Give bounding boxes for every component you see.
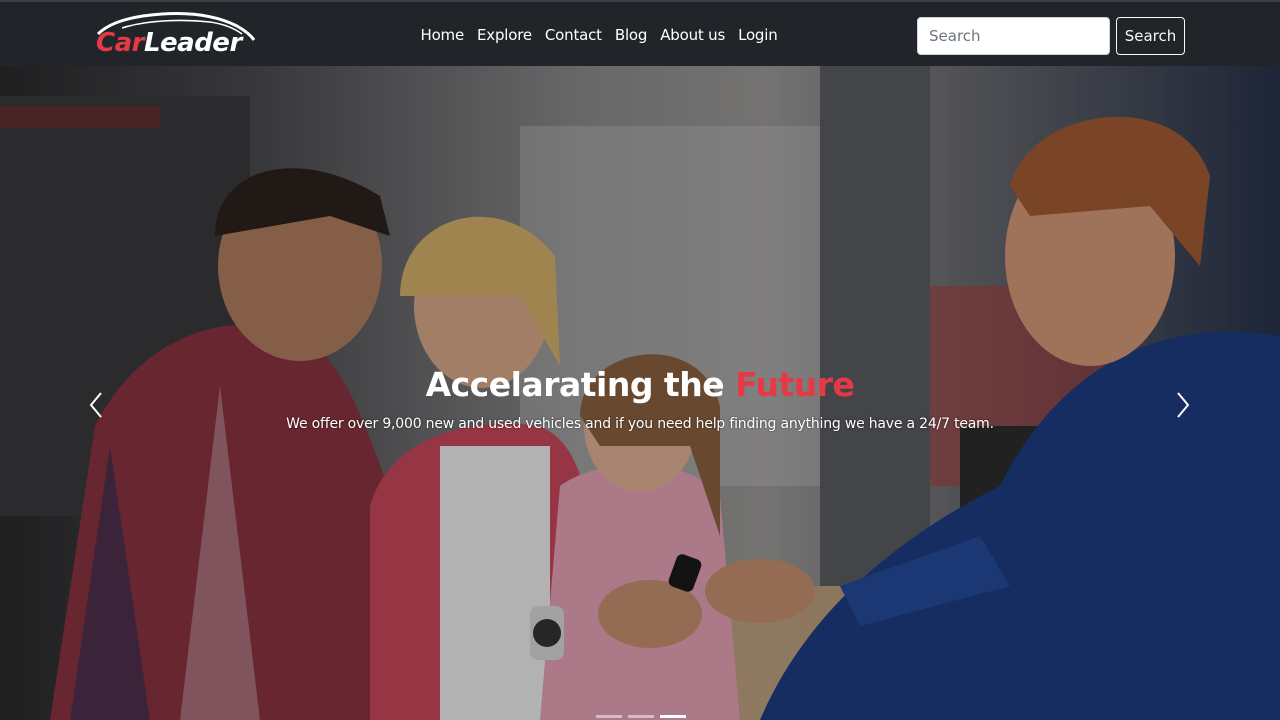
hero-title: Accelarating the Future — [0, 362, 1280, 408]
brand-name: CarLeader — [96, 28, 242, 58]
chevron-right-icon — [1177, 392, 1190, 418]
nav-login-link[interactable]: Login — [732, 22, 784, 48]
hero-caption: Accelarating the Future We offer over 9,… — [0, 362, 1280, 432]
nav-home-link[interactable]: Home — [414, 22, 471, 48]
chevron-left-icon — [89, 392, 102, 418]
navbar: CarLeader Home Explore Contact Blog Abou… — [0, 0, 1280, 66]
brand-name-leader: Leader — [143, 28, 242, 58]
search-input[interactable] — [917, 17, 1110, 55]
nav-about-link[interactable]: About us — [654, 22, 732, 48]
nav-links: Home Explore Contact Blog About us Login — [414, 22, 784, 48]
search-button[interactable]: Search — [1116, 17, 1185, 55]
nav-explore-link[interactable]: Explore — [471, 22, 539, 48]
hero-carousel: Accelarating the Future We offer over 9,… — [0, 66, 1280, 720]
brand-name-car: Car — [96, 28, 144, 58]
hero-subtitle: We offer over 9,000 new and used vehicle… — [286, 416, 994, 432]
carousel-indicator-active[interactable] — [660, 715, 686, 718]
carousel-indicator[interactable] — [596, 715, 622, 718]
nav-contact-link[interactable]: Contact — [538, 22, 608, 48]
nav-blog-link[interactable]: Blog — [608, 22, 653, 48]
carousel-prev-button[interactable] — [76, 382, 116, 428]
hero-title-accent: Future — [735, 365, 855, 404]
carousel-indicator[interactable] — [628, 715, 654, 718]
hero-title-main: Accelarating the — [425, 365, 736, 404]
brand-logo[interactable]: CarLeader — [92, 8, 258, 64]
carousel-next-button[interactable] — [1163, 382, 1203, 428]
carousel-indicators — [596, 715, 686, 718]
